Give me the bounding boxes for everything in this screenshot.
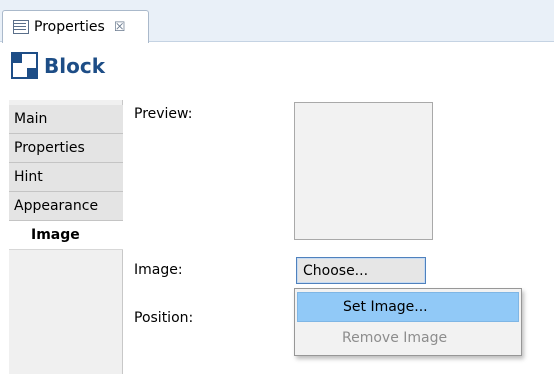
sidebar-item-image[interactable]: Image: [9, 221, 123, 250]
sidebar-item-label: Appearance: [14, 198, 99, 214]
choose-dropdown-menu: Set Image... Remove Image: [294, 288, 522, 356]
block-icon: [11, 52, 38, 79]
sidebar-item-appearance[interactable]: Appearance: [9, 192, 123, 221]
image-label: Image:: [134, 262, 183, 278]
sidebar-item-label: Main: [14, 111, 48, 127]
tab-properties[interactable]: Properties ☒: [2, 10, 149, 43]
image-preview: [294, 102, 433, 240]
sidebar-item-hint[interactable]: Hint: [9, 163, 123, 192]
properties-header: Block: [0, 43, 554, 88]
menu-item-set-image[interactable]: Set Image...: [297, 292, 519, 322]
choose-button-label: Choose...: [303, 262, 369, 279]
menu-item-label: Remove Image: [342, 330, 448, 346]
choose-button[interactable]: Choose...: [296, 257, 426, 284]
sidebar-item-label: Properties: [14, 140, 85, 156]
position-label: Position:: [134, 310, 194, 326]
menu-item-remove-image: Remove Image: [297, 323, 519, 353]
page-title: Block: [44, 53, 105, 78]
menu-item-label: Set Image...: [343, 299, 428, 315]
tab-label: Properties: [34, 19, 105, 35]
properties-view-icon: [13, 20, 29, 34]
sidebar-item-label: Hint: [14, 169, 43, 185]
view-tab-strip: Properties ☒: [0, 0, 554, 43]
preview-label: Preview:: [134, 106, 193, 122]
sidebar-item-label: Image: [31, 227, 80, 243]
close-icon[interactable]: ☒: [114, 20, 126, 35]
sidebar-item-properties[interactable]: Properties: [9, 134, 123, 163]
sidebar-nav: Main Properties Hint Appearance Image: [9, 100, 123, 374]
sidebar-item-main[interactable]: Main: [9, 105, 123, 134]
